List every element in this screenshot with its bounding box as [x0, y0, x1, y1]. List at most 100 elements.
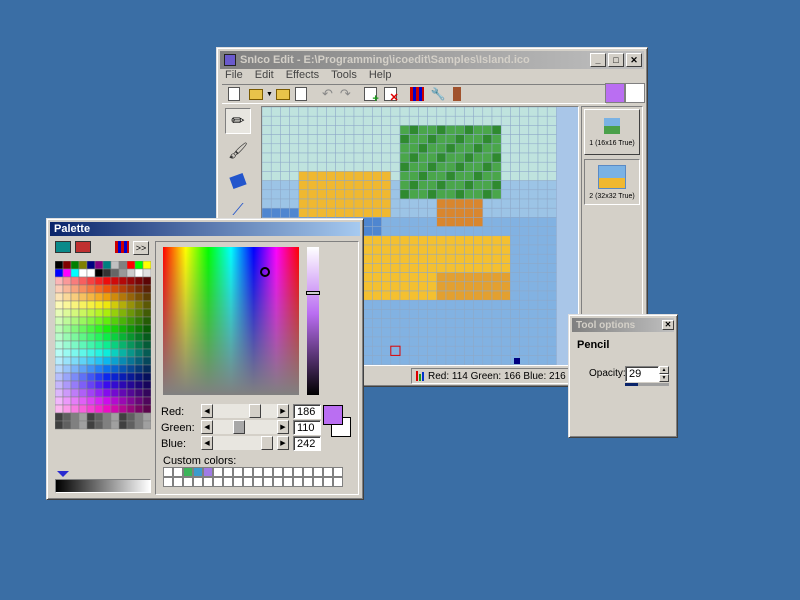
canvas-pixel[interactable] — [344, 115, 355, 126]
palette-swatch[interactable] — [102, 364, 112, 374]
canvas-pixel[interactable] — [454, 244, 465, 255]
palette-swatch[interactable] — [110, 300, 120, 310]
palette-swatch[interactable] — [55, 412, 64, 422]
canvas-pixel[interactable] — [491, 299, 502, 310]
canvas-pixel[interactable] — [473, 134, 484, 145]
canvas-pixel[interactable] — [454, 107, 465, 117]
canvas-pixel[interactable] — [307, 152, 318, 163]
canvas-pixel[interactable] — [491, 207, 502, 218]
canvas-pixel[interactable] — [381, 299, 392, 310]
canvas-pixel[interactable] — [473, 290, 484, 301]
canvas-pixel[interactable] — [537, 189, 548, 200]
canvas-pixel[interactable] — [454, 253, 465, 264]
canvas-pixel[interactable] — [372, 226, 382, 237]
canvas-pixel[interactable] — [528, 198, 539, 209]
canvas-pixel[interactable] — [500, 309, 511, 319]
palette-swatch[interactable] — [94, 388, 104, 398]
opacity-bar[interactable] — [625, 383, 669, 386]
custom-color-swatch[interactable] — [183, 477, 193, 487]
canvas-pixel[interactable] — [372, 207, 382, 218]
canvas-pixel[interactable] — [445, 253, 456, 264]
canvas-pixel[interactable] — [390, 207, 401, 218]
canvas-pixel[interactable] — [262, 143, 272, 154]
palette-swatch[interactable] — [118, 332, 128, 342]
canvas-pixel[interactable] — [381, 198, 392, 209]
canvas-pixel[interactable] — [418, 327, 428, 338]
canvas-pixel[interactable] — [528, 125, 539, 135]
palette-swatch[interactable] — [55, 324, 64, 334]
canvas-pixel[interactable] — [381, 272, 392, 283]
canvas-pixel[interactable] — [372, 345, 382, 356]
canvas-pixel[interactable] — [464, 345, 474, 356]
custom-color-swatch[interactable] — [203, 477, 213, 487]
canvas-pixel[interactable] — [399, 107, 410, 117]
palette-swatch[interactable] — [110, 324, 120, 334]
canvas-pixel[interactable] — [464, 171, 474, 181]
custom-color-swatch[interactable] — [173, 477, 183, 487]
canvas-pixel[interactable] — [418, 180, 428, 191]
palette-swatch[interactable] — [102, 388, 112, 398]
palette-swatch[interactable] — [110, 340, 120, 350]
canvas-pixel[interactable] — [408, 143, 419, 154]
canvas-pixel[interactable] — [362, 253, 373, 264]
canvas-pixel[interactable] — [482, 125, 493, 135]
canvas-pixel[interactable] — [464, 281, 474, 292]
canvas-pixel[interactable] — [454, 207, 465, 218]
canvas-pixel[interactable] — [445, 272, 456, 283]
canvas-pixel[interactable] — [528, 217, 539, 227]
delete-image-icon[interactable]: ✕ — [383, 87, 399, 104]
canvas-pixel[interactable] — [436, 115, 447, 126]
canvas-pixel[interactable] — [280, 189, 290, 200]
palette-swatch[interactable] — [110, 261, 120, 270]
canvas-pixel[interactable] — [280, 115, 290, 126]
canvas-pixel[interactable] — [307, 171, 318, 181]
canvas-pixel[interactable] — [362, 345, 373, 356]
canvas-pixel[interactable] — [464, 217, 474, 227]
canvas-pixel[interactable] — [436, 189, 447, 200]
canvas-pixel[interactable] — [500, 345, 511, 356]
canvas-pixel[interactable] — [298, 125, 309, 135]
canvas-pixel[interactable] — [280, 207, 290, 218]
canvas-pixel[interactable] — [436, 152, 447, 163]
palette-swatch[interactable] — [118, 348, 128, 358]
custom-color-swatch[interactable] — [243, 467, 253, 477]
canvas-pixel[interactable] — [445, 263, 456, 273]
canvas-pixel[interactable] — [427, 180, 438, 191]
canvas-pixel[interactable] — [353, 125, 364, 135]
canvas-pixel[interactable] — [482, 107, 493, 117]
canvas-pixel[interactable] — [454, 355, 465, 365]
swatch-grid[interactable] — [55, 261, 151, 433]
canvas-pixel[interactable] — [464, 180, 474, 191]
palette-swatch[interactable] — [110, 332, 120, 342]
canvas-pixel[interactable] — [491, 272, 502, 283]
canvas-pixel[interactable] — [408, 189, 419, 200]
canvas-pixel[interactable] — [316, 207, 327, 218]
canvas-pixel[interactable] — [546, 355, 557, 365]
canvas-pixel[interactable] — [436, 107, 447, 117]
palette-swatch[interactable] — [70, 364, 80, 374]
palette-swatch[interactable] — [55, 284, 64, 294]
canvas-pixel[interactable] — [408, 318, 419, 329]
canvas-pixel[interactable] — [510, 281, 520, 292]
palette-swatch[interactable] — [102, 412, 112, 422]
canvas-pixel[interactable] — [372, 318, 382, 329]
canvas-pixel[interactable] — [546, 309, 557, 319]
canvas-pixel[interactable] — [335, 161, 346, 172]
palette-swatch[interactable] — [134, 332, 144, 342]
canvas-pixel[interactable] — [362, 327, 373, 338]
palette-swatch[interactable] — [78, 276, 88, 286]
canvas-pixel[interactable] — [399, 226, 410, 237]
canvas-pixel[interactable] — [436, 253, 447, 264]
canvas-pixel[interactable] — [270, 152, 281, 163]
canvas-pixel[interactable] — [482, 207, 493, 218]
canvas-pixel[interactable] — [454, 345, 465, 356]
canvas-pixel[interactable] — [436, 207, 447, 218]
canvas-pixel[interactable] — [473, 336, 484, 347]
add-image-icon[interactable]: + — [363, 87, 379, 105]
canvas-pixel[interactable] — [546, 281, 557, 292]
canvas-pixel[interactable] — [399, 198, 410, 209]
canvas-pixel[interactable] — [491, 327, 502, 338]
palette-swatch[interactable] — [110, 404, 120, 414]
canvas-pixel[interactable] — [473, 171, 484, 181]
canvas-pixel[interactable] — [326, 207, 336, 218]
